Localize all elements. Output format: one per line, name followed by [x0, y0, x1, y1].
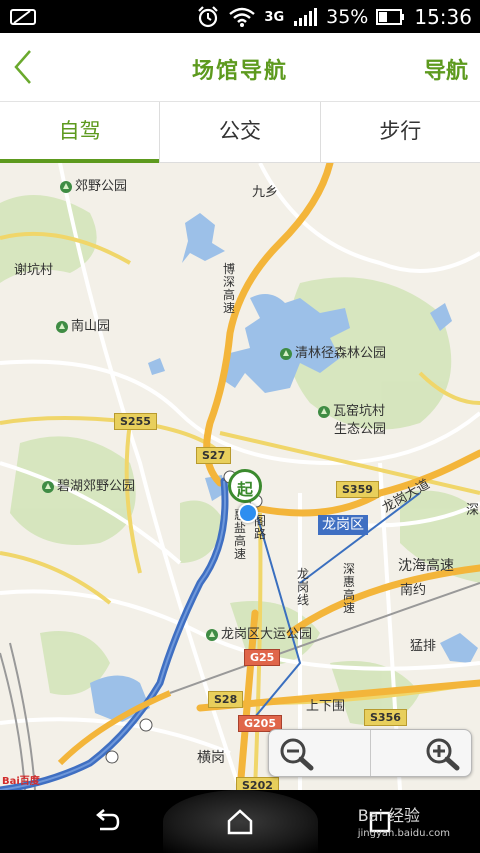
baidu-logo: Bai百度	[2, 776, 40, 787]
start-marker[interactable]: 起	[228, 469, 262, 503]
place-label: 横岗	[197, 750, 225, 766]
tab-walking[interactable]: 步行	[321, 102, 480, 162]
park-icon	[280, 347, 292, 360]
place-label: 上下围	[306, 699, 346, 714]
home-icon[interactable]	[225, 807, 255, 837]
road-label: 博深高速	[222, 262, 235, 315]
alarm-icon	[198, 6, 219, 28]
road-shield: S359	[336, 481, 379, 498]
place-label: 深	[466, 503, 480, 518]
park-icon	[42, 480, 54, 493]
road-label: 沈海高速	[398, 558, 454, 574]
battery-icon	[376, 9, 405, 25]
cell-signal-icon	[294, 8, 318, 26]
travel-mode-tabs: 自驾 公交 步行	[0, 102, 480, 163]
zoom-control	[268, 729, 472, 777]
park-label: 南山园	[56, 319, 110, 334]
road-label: 龙岗线	[296, 567, 309, 607]
back-icon[interactable]	[92, 807, 122, 837]
tab-transit[interactable]: 公交	[160, 102, 321, 162]
road-shield: G25	[244, 649, 281, 666]
park-label: 碧湖郊野公园	[42, 479, 135, 494]
park-icon	[318, 405, 330, 418]
navigate-button[interactable]: 导航	[424, 53, 468, 85]
place-label: 南约	[400, 583, 427, 598]
road-shield: S356	[364, 709, 407, 726]
signal-off-icon	[10, 9, 36, 25]
district-label: 龙岗区	[318, 515, 368, 535]
park-label: 郊野公园	[60, 179, 127, 194]
park-label: 瓦窑坑村	[318, 404, 385, 419]
park-label: 龙岗区大运公园	[206, 627, 312, 642]
zoom-out-button[interactable]	[269, 730, 371, 776]
road-shield: S28	[208, 691, 244, 708]
place-label: 九乡	[252, 185, 279, 200]
wifi-icon	[229, 7, 256, 27]
tab-driving[interactable]: 自驾	[0, 102, 161, 163]
road-shield: S202	[236, 777, 279, 790]
system-nav-bar: Bai 经验 jingyan.baidu.com	[0, 790, 480, 853]
park-label: 清林径森林公园	[280, 346, 386, 361]
park-label-line2: 生态公园	[334, 422, 387, 437]
zoom-in-button[interactable]	[371, 730, 472, 776]
zoom-out-icon	[280, 738, 314, 771]
road-shield: S27	[196, 447, 232, 464]
place-label: 猛排	[410, 639, 437, 654]
place-label: 谢坑村	[14, 263, 54, 278]
status-bar: 3G 35% 15:36	[0, 0, 480, 33]
3g-icon: 3G	[264, 9, 285, 25]
watermark: Bai 经验 jingyan.baidu.com	[357, 806, 450, 839]
battery-percent: 35%	[326, 6, 369, 28]
park-icon	[56, 320, 68, 333]
road-shield: S255	[114, 413, 157, 430]
zoom-in-icon	[426, 738, 460, 771]
clock: 15:36	[414, 5, 472, 29]
map-view[interactable]: 九乡 谢坑村 南约 猛排 上下围 横岗 深 郊野公园 南山园 清林径森林公园 瓦…	[0, 163, 480, 790]
park-icon	[60, 180, 72, 193]
current-location-icon	[238, 503, 258, 523]
page-title: 场馆导航	[191, 59, 288, 84]
road-label: 深惠高速	[342, 562, 355, 615]
title-bar: 场馆导航 导航	[0, 33, 480, 102]
park-icon	[206, 628, 218, 641]
